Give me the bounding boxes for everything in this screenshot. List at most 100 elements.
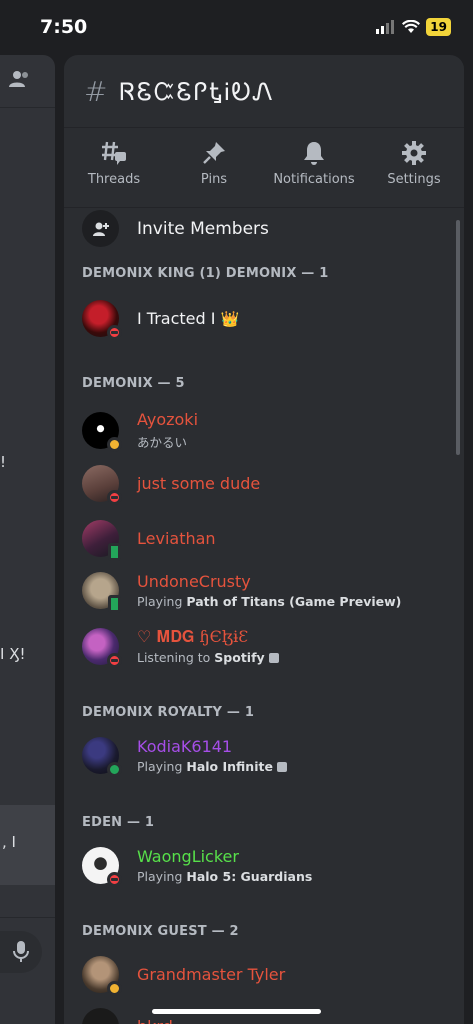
input-divider bbox=[0, 917, 55, 918]
avatar bbox=[82, 520, 121, 561]
notifications-button[interactable]: Notifications bbox=[264, 140, 364, 200]
settings-button[interactable]: Settings bbox=[364, 140, 464, 200]
pins-label: Pins bbox=[200, 172, 228, 187]
activity-title: Halo 5: Guardians bbox=[186, 869, 313, 884]
avatar bbox=[82, 412, 122, 452]
bell-icon bbox=[304, 142, 324, 165]
rich-presence-icon bbox=[268, 653, 279, 663]
gear-icon bbox=[402, 141, 426, 165]
channel-name: ᏒᏋᏨᏋᎵᎿᎥᎧᏁ bbox=[119, 77, 275, 106]
avatar bbox=[82, 465, 122, 505]
member-activity: Listening to Spotify bbox=[137, 650, 279, 665]
channel-header: # ᏒᏋᏨᏋᎵᎿᎥᎧᏁ bbox=[84, 75, 275, 108]
home-indicator[interactable] bbox=[152, 1009, 321, 1014]
member-name: Grandmaster Tyler bbox=[137, 965, 286, 984]
member-row[interactable]: KodiaK6141 Playing Halo Infinite bbox=[82, 737, 287, 777]
threads-icon bbox=[102, 141, 126, 165]
status-dnd-icon bbox=[107, 490, 122, 505]
member-name: just some dude bbox=[137, 474, 261, 493]
avatar bbox=[82, 956, 122, 996]
pins-button[interactable]: Pins bbox=[164, 140, 264, 200]
member-name: Ayozoki bbox=[137, 410, 199, 429]
status-online-icon bbox=[107, 762, 122, 777]
header-divider bbox=[0, 107, 55, 108]
activity-title: Path of Titans (Game Preview) bbox=[186, 594, 402, 609]
role-section-header: DEMONIX — 5 bbox=[82, 376, 185, 391]
member-name: WaongLicker bbox=[137, 847, 239, 866]
role-section-header: DEMONIX GUEST — 2 bbox=[82, 924, 239, 939]
invite-members-button[interactable]: Invite Members bbox=[82, 210, 269, 247]
status-idle-icon bbox=[107, 437, 122, 452]
member-name: KodiaK6141 bbox=[137, 737, 233, 756]
member-row[interactable]: just some dude bbox=[82, 465, 261, 505]
member-custom-status: あかるい bbox=[137, 435, 188, 450]
chat-stub-text: I Ӽ! bbox=[0, 645, 26, 663]
activity-prefix: Playing bbox=[137, 869, 187, 884]
threads-button[interactable]: Threads bbox=[64, 140, 164, 200]
threads-label: Threads bbox=[87, 172, 141, 187]
crown-icon: 👑 bbox=[220, 310, 240, 328]
status-mobile-icon bbox=[108, 595, 121, 613]
settings-label: Settings bbox=[387, 172, 441, 187]
member-row[interactable]: I Tracted I 👑 bbox=[82, 300, 240, 340]
role-section-header: EDEN — 1 bbox=[82, 815, 155, 830]
chat-stub-text: , I bbox=[2, 833, 16, 851]
mic-button[interactable] bbox=[0, 931, 42, 973]
member-name: bkrd bbox=[137, 1017, 173, 1024]
member-activity: Playing Halo Infinite bbox=[137, 759, 287, 774]
member-row[interactable]: Leviathan bbox=[82, 520, 216, 561]
activity-prefix: Playing bbox=[137, 594, 187, 609]
chat-panel-behind[interactable]: ! I Ӽ! , I bbox=[0, 55, 55, 1024]
status-time: 7:50 bbox=[40, 16, 88, 38]
role-section-header: DEMONIX KING (1) DEMONIX — 1 bbox=[82, 266, 329, 281]
avatar bbox=[82, 300, 122, 340]
activity-prefix: Playing bbox=[137, 759, 187, 774]
member-activity: Playing Halo 5: Guardians bbox=[137, 869, 312, 884]
invite-members-label: Invite Members bbox=[137, 218, 269, 239]
chat-message-highlight: , I bbox=[0, 805, 55, 885]
status-idle-icon bbox=[107, 981, 122, 996]
member-row[interactable]: Grandmaster Tyler bbox=[82, 956, 286, 996]
channel-toolbar: Threads Pins Notifications Settings bbox=[64, 140, 464, 200]
status-dnd-icon bbox=[107, 652, 122, 668]
rich-presence-icon bbox=[276, 762, 287, 772]
avatar bbox=[82, 1008, 119, 1024]
add-user-icon bbox=[92, 222, 109, 236]
signal-icon bbox=[376, 20, 395, 34]
notifications-label: Notifications bbox=[273, 172, 355, 187]
member-row[interactable]: ♡ 𝐌𝐃𝐆 ɧЄɮɨƐ Listening to Spotify bbox=[82, 627, 279, 668]
member-row[interactable]: Ayozoki あかるい bbox=[82, 410, 199, 452]
status-icons: 19 bbox=[376, 18, 451, 36]
member-list-scrollbar[interactable] bbox=[456, 220, 460, 455]
avatar bbox=[82, 627, 122, 668]
member-name: UndoneCrusty bbox=[137, 572, 251, 591]
member-name: Leviathan bbox=[137, 529, 216, 548]
header-divider bbox=[64, 127, 464, 128]
channel-members-panel: # ᏒᏋᏨᏋᎵᎿᎥᎧᏁ Threads Pins Notifications S… bbox=[64, 55, 464, 1024]
status-dnd-icon bbox=[107, 872, 122, 887]
activity-title: Halo Infinite bbox=[186, 759, 273, 774]
role-section-header: DEMONIX ROYALTY — 1 bbox=[82, 705, 255, 720]
toolbar-divider bbox=[64, 207, 464, 208]
invite-icon-circle bbox=[82, 210, 119, 247]
wifi-icon bbox=[402, 20, 421, 33]
status-mobile-icon bbox=[108, 543, 121, 561]
member-name: I Tracted I bbox=[137, 309, 216, 328]
activity-title: Spotify bbox=[214, 650, 265, 665]
avatar bbox=[82, 737, 122, 777]
avatar bbox=[82, 847, 122, 887]
channel-hash-icon: # bbox=[84, 75, 108, 108]
chat-stub-text: ! bbox=[0, 453, 7, 471]
pin-icon bbox=[203, 142, 225, 164]
status-dnd-icon bbox=[107, 325, 122, 340]
activity-prefix: Listening to bbox=[137, 650, 215, 665]
member-row[interactable]: UndoneCrusty Playing Path of Titans (Game… bbox=[82, 572, 401, 613]
mic-icon bbox=[13, 941, 29, 962]
status-bar: 7:50 19 bbox=[0, 0, 473, 52]
member-activity: Playing Path of Titans (Game Preview) bbox=[137, 594, 401, 609]
members-icon[interactable] bbox=[8, 69, 32, 93]
member-name: ♡ 𝐌𝐃𝐆 ɧЄɮɨƐ bbox=[137, 627, 249, 646]
avatar bbox=[82, 572, 121, 613]
member-row[interactable]: WaongLicker Playing Halo 5: Guardians bbox=[82, 847, 312, 887]
battery-indicator: 19 bbox=[426, 18, 451, 36]
